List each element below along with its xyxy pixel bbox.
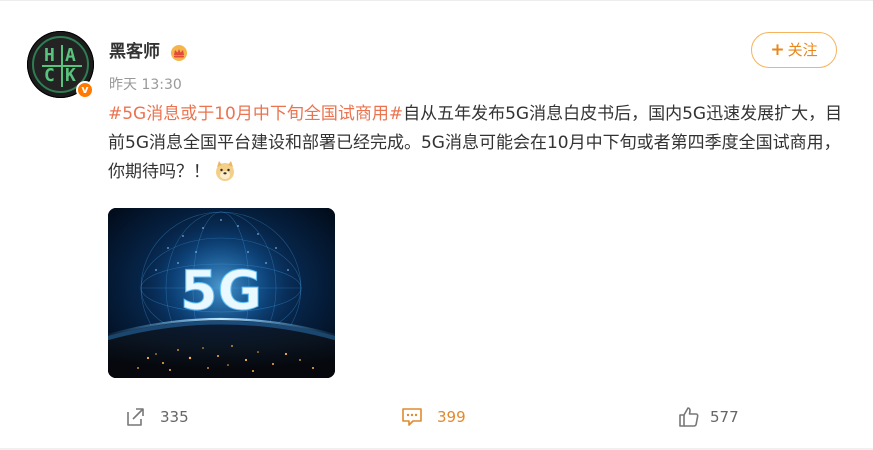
follow-button-label: 关注 (787, 41, 818, 59)
share-icon (127, 408, 144, 426)
5g-globe-image: 5G (108, 208, 335, 378)
hashtag-link[interactable]: #5G消息或于10月中下旬全国试商用# (108, 104, 403, 124)
verified-badge-icon: v (76, 81, 94, 99)
username[interactable]: 黑客师 (109, 41, 160, 63)
avatar-letter-c: C (44, 65, 55, 86)
member-crown-icon (171, 45, 187, 61)
post-image[interactable]: 5G (108, 208, 335, 378)
avatar-letter-a: A (65, 45, 76, 66)
thumbs-up-icon (679, 407, 699, 427)
avatar-letter-h: H (44, 45, 55, 66)
follow-button[interactable]: + 关注 (751, 32, 837, 68)
share-count: 335 (160, 408, 189, 426)
action-bar: 335 399 577 (0, 399, 873, 435)
comment-count: 399 (437, 408, 466, 426)
comment-icon (402, 408, 422, 426)
like-count: 577 (710, 408, 739, 426)
post-timestamp[interactable]: 昨天 13:30 (109, 76, 182, 94)
plus-icon: + (770, 40, 785, 60)
doge-emoji-icon (216, 161, 234, 181)
post-text: #5G消息或于10月中下旬全国试商用#自从五年发布5G消息白皮书后，国内5G迅速… (108, 100, 843, 187)
5g-overlay-text: 5G (180, 259, 262, 322)
avatar-letter-k: K (65, 65, 76, 86)
weibo-post-card: H A C K v 黑客师 昨天 13:30 + 关注 #5G消息或于10月中下旬… (0, 0, 873, 450)
